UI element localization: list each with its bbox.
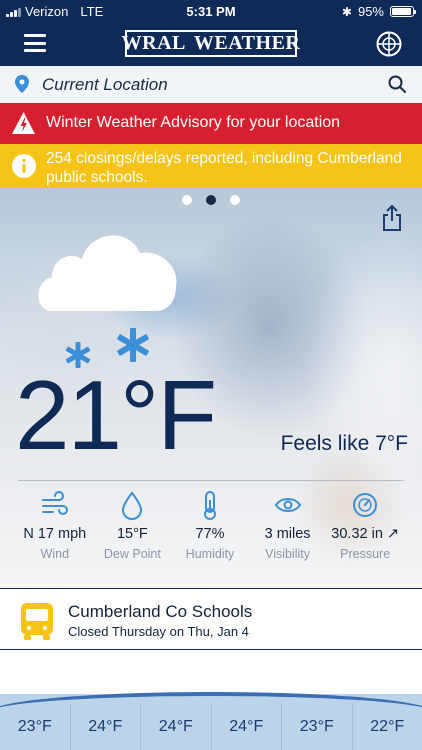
school-title: Cumberland Co Schools [68,602,253,621]
current-temperature: 21°F [15,360,217,470]
dew-point-value: 15°F [116,526,148,542]
feels-like: Feels like 7°F [280,432,408,455]
metric-pressure: 30.32 in ↗ Pressure [326,490,404,570]
hourly-temp[interactable]: 23°F [0,704,71,750]
battery-icon [390,6,416,17]
school-status: Closed Thursday on Thu, Jan 4 [68,624,249,639]
thermometer-icon [203,491,216,520]
hourly-forecast[interactable]: 23°F 24°F 24°F 24°F 23°F 22°F [0,704,422,750]
share-icon[interactable] [382,205,402,231]
gauge-icon [353,493,378,517]
current-location-label[interactable]: Current Location [42,75,168,95]
conditions-metrics: N 17 mph Wind 15°F Dew Point 77% Humidit… [0,490,422,570]
page-indicator[interactable] [0,195,422,205]
page-dot-2[interactable] [206,195,216,205]
app-header: WRAL WEATHER [0,22,422,66]
pressure-label: Pressure [340,547,391,561]
metric-wind: N 17 mph Wind [16,490,94,570]
school-bus-icon [21,603,53,640]
wind-value: N 17 mph [23,526,87,542]
visibility-label: Visibility [265,547,311,561]
location-pin-icon [15,75,29,93]
hourly-temp[interactable]: 24°F [71,704,141,750]
status-right: ✱ 95% [341,4,416,19]
droplet-icon [122,491,143,520]
bluetooth-icon: ✱ [341,4,352,19]
logo-right-text: WEATHER [193,32,301,54]
hourly-temp[interactable]: 23°F [282,704,353,750]
page-dot-3[interactable] [230,195,240,205]
hourly-temp[interactable]: 22°F [353,704,422,750]
school-closing-card[interactable]: Cumberland Co Schools Closed Thursday on… [0,588,422,650]
warning-icon [12,112,35,134]
divider [18,480,404,481]
search-icon[interactable] [388,75,406,93]
closings-text: 254 closings/delays reported, including … [46,150,402,186]
humidity-value: 77% [195,526,225,542]
metric-visibility: 3 miles Visibility [249,490,327,570]
hourly-temp[interactable]: 24°F [141,704,212,750]
eye-icon [274,498,301,512]
closings-alert[interactable]: 254 closings/delays reported, including … [0,144,422,188]
location-bar[interactable]: Current Location [0,66,422,103]
pressure-value: 30.32 in ↗ [331,526,400,542]
humidity-label: Humidity [185,547,235,561]
advisory-text: Winter Weather Advisory for your locatio… [46,114,341,131]
page-dot-1[interactable] [182,195,192,205]
status-bar: Verizon LTE 5:31 PM ✱ 95% [0,0,422,22]
wral-weather-logo: WRAL WEATHER [121,30,301,57]
visibility-value: 3 miles [264,526,311,542]
battery-percent: 95% [357,4,384,19]
radar-icon[interactable] [376,31,402,57]
metric-humidity: 77% Humidity [171,490,249,570]
hourly-temp[interactable]: 24°F [212,704,282,750]
wind-icon [41,491,68,515]
logo-left-text: WRAL [121,32,186,54]
wind-label: Wind [40,547,70,561]
winter-advisory-alert[interactable]: Winter Weather Advisory for your locatio… [0,103,422,144]
info-icon [12,154,36,178]
cloud-snow-icon [38,235,177,368]
menu-icon[interactable] [24,34,46,52]
metric-dew-point: 15°F Dew Point [94,490,172,570]
dew-point-label: Dew Point [103,547,161,561]
